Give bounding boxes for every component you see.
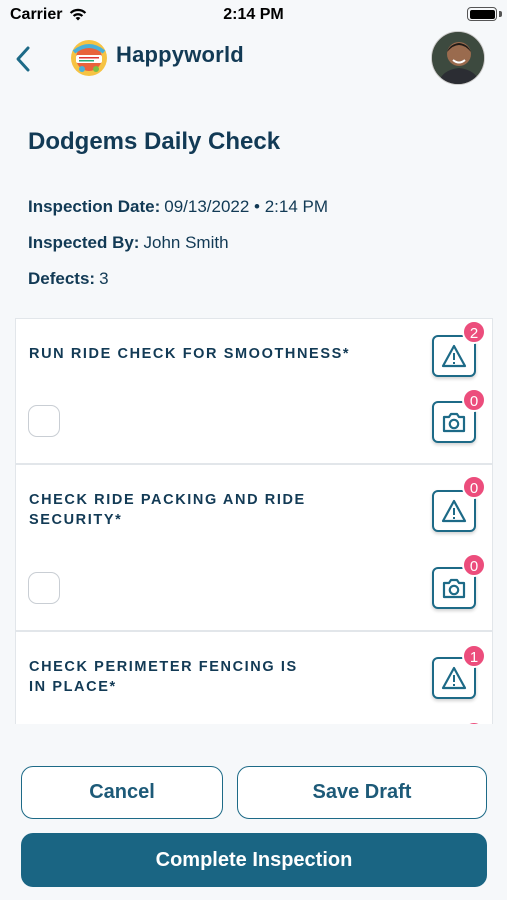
checklist-item-title: CHECK PERIMETER FENCING IS IN PLACE* bbox=[29, 659, 298, 695]
item-checkbox[interactable] bbox=[28, 405, 60, 437]
photo-count-badge: 0 bbox=[462, 553, 486, 577]
item-checkbox[interactable] bbox=[28, 572, 60, 604]
brand-name: Happyworld bbox=[116, 42, 244, 67]
checklist-item-title: RUN RIDE CHECK FOR SMOOTHNESS* bbox=[29, 346, 351, 362]
user-avatar-icon bbox=[432, 32, 484, 84]
warning-icon bbox=[441, 344, 467, 368]
camera-icon bbox=[442, 578, 466, 599]
photo-count-badge: 0 bbox=[462, 388, 486, 412]
photo-count-badge bbox=[462, 721, 486, 724]
inspected-by-label: Inspected By: bbox=[28, 233, 140, 252]
checklist-item-title: CHECK RIDE PACKING AND RIDE SECURITY* bbox=[29, 492, 306, 528]
defect-count-badge: 0 bbox=[462, 475, 486, 499]
checklist-item: CHECK RIDE PACKING AND RIDE SECURITY* 0 … bbox=[15, 464, 493, 631]
warning-icon bbox=[441, 666, 467, 690]
chevron-left-icon[interactable] bbox=[12, 44, 34, 74]
inspection-date-value: 09/13/2022 • 2:14 PM bbox=[164, 197, 329, 216]
checklist-item: CHECK PERIMETER FENCING IS IN PLACE* 1 bbox=[15, 631, 493, 724]
inspection-date-row: Inspection Date: 09/13/2022 • 2:14 PM bbox=[28, 197, 328, 217]
brand-logo-icon bbox=[71, 40, 107, 76]
inspected-by-row: Inspected By: John Smith bbox=[28, 233, 229, 253]
avatar[interactable] bbox=[431, 31, 485, 85]
status-bar: Carrier 2:14 PM bbox=[0, 0, 507, 30]
save-draft-button[interactable]: Save Draft bbox=[237, 766, 487, 819]
battery-nub bbox=[499, 11, 502, 17]
camera-icon bbox=[442, 412, 466, 433]
battery-icon bbox=[467, 7, 497, 21]
nav-bar: Happyworld bbox=[0, 28, 507, 90]
warning-icon bbox=[441, 499, 467, 523]
defects-value: 3 bbox=[99, 269, 109, 288]
checklist[interactable]: RUN RIDE CHECK FOR SMOOTHNESS* 2 0 CHECK… bbox=[15, 318, 493, 724]
checklist-item: RUN RIDE CHECK FOR SMOOTHNESS* 2 0 bbox=[15, 318, 493, 464]
complete-inspection-button[interactable]: Complete Inspection bbox=[21, 833, 487, 887]
cancel-button[interactable]: Cancel bbox=[21, 766, 223, 819]
inspected-by-value: John Smith bbox=[143, 233, 229, 252]
defect-count-badge: 1 bbox=[462, 644, 486, 668]
page-title: Dodgems Daily Check bbox=[28, 128, 281, 155]
defects-row: Defects: 3 bbox=[28, 269, 109, 289]
defects-label: Defects: bbox=[28, 269, 96, 288]
inspection-date-label: Inspection Date: bbox=[28, 197, 161, 216]
defect-count-badge: 2 bbox=[462, 320, 486, 344]
clock: 2:14 PM bbox=[223, 6, 284, 23]
